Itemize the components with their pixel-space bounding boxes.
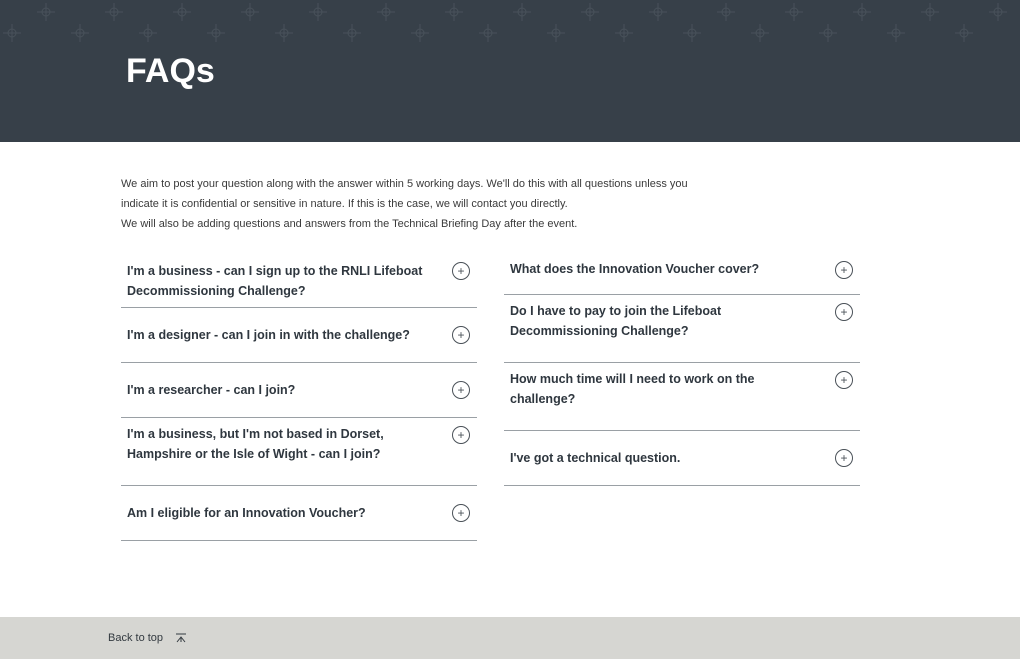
faq-question: How much time will I need to work on the… [510, 372, 755, 406]
plus-circle-icon[interactable]: + [835, 371, 853, 389]
faq-question: I'm a business, but I'm not based in Dor… [127, 427, 384, 461]
up-arrow-icon [176, 633, 187, 643]
intro-text: We aim to post your question along with … [121, 174, 721, 234]
plus-circle-icon[interactable]: + [452, 426, 470, 444]
header-pattern [3, 3, 1007, 42]
plus-circle-icon[interactable]: + [835, 449, 853, 467]
plus-circle-icon[interactable]: + [452, 326, 470, 344]
back-to-top-link[interactable]: Back to top [108, 632, 187, 644]
intro-line: We will also be adding questions and ans… [121, 218, 578, 230]
faq-question: I'm a business - can I sign up to the RN… [127, 264, 423, 298]
faq-question: I'm a designer - can I join in with the … [127, 328, 410, 342]
faq-item[interactable]: I'm a researcher - can I join? + [121, 363, 477, 418]
intro-line: indicate it is confidential or sensitive… [121, 198, 568, 210]
page-footer: Back to top [0, 617, 1020, 659]
intro-line: We aim to post your question along with … [121, 178, 688, 190]
faq-item[interactable]: I'm a business, but I'm not based in Dor… [121, 418, 477, 486]
faq-item[interactable]: What does the Innovation Voucher cover? … [504, 253, 860, 295]
faq-question: I'm a researcher - can I join? [127, 383, 296, 397]
plus-circle-icon[interactable]: + [452, 504, 470, 522]
faq-item[interactable]: I'm a business - can I sign up to the RN… [121, 253, 477, 308]
plus-circle-icon[interactable]: + [835, 303, 853, 321]
faq-question: What does the Innovation Voucher cover? [510, 262, 760, 276]
faq-item[interactable]: I'm a designer - can I join in with the … [121, 308, 477, 363]
faq-question: I've got a technical question. [510, 451, 681, 465]
faq-item[interactable]: Do I have to pay to join the Lifeboat De… [504, 295, 860, 363]
faq-item[interactable]: I've got a technical question. + [504, 431, 860, 486]
faq-item[interactable]: Am I eligible for an Innovation Voucher?… [121, 486, 477, 541]
faq-question: Do I have to pay to join the Lifeboat De… [510, 304, 722, 338]
faq-item[interactable]: How much time will I need to work on the… [504, 363, 860, 431]
faq-list-right: What does the Innovation Voucher cover? … [504, 253, 860, 486]
faq-list-left: I'm a business - can I sign up to the RN… [121, 253, 477, 541]
back-to-top-label: Back to top [108, 632, 164, 644]
plus-circle-icon[interactable]: + [452, 262, 470, 280]
plus-circle-icon[interactable]: + [452, 381, 470, 399]
page-header: FAQs [0, 0, 1020, 142]
page-title: FAQs [126, 52, 215, 90]
faq-question: Am I eligible for an Innovation Voucher? [127, 506, 366, 520]
plus-circle-icon[interactable]: + [835, 261, 853, 279]
